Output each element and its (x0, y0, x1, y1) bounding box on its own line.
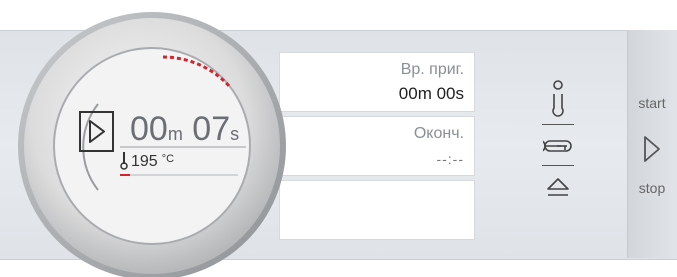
separator-1 (542, 124, 574, 125)
key-lock-icon[interactable] (530, 136, 586, 156)
timer-minutes-unit: m (167, 124, 183, 144)
mid-icon-column (530, 78, 586, 218)
thermometer-probe-icon[interactable] (530, 80, 586, 118)
preheat-time-value: 00m 00s (398, 84, 464, 103)
stop-label[interactable]: stop (627, 180, 677, 196)
empty-info-box[interactable] (279, 180, 475, 240)
start-label[interactable]: start (627, 95, 677, 111)
preheat-time-label: Вр. приг. (400, 61, 464, 78)
temperature-value: 195 (131, 153, 158, 170)
end-time-box[interactable]: Оконч. --:-- (279, 116, 475, 176)
eject-icon[interactable] (530, 176, 586, 200)
timer-seconds: 07 (192, 110, 231, 148)
timer-minutes: 00 (130, 110, 168, 148)
temperature-unit: °C (161, 153, 175, 165)
end-time-value: --:-- (436, 151, 464, 167)
end-time-label: Оконч. (413, 125, 464, 142)
separator-2 (542, 165, 574, 166)
timer-seconds-unit: s (230, 124, 240, 144)
start-stop-play-icon[interactable] (640, 134, 664, 164)
preheat-time-box[interactable]: Вр. приг. 00m 00s (279, 52, 475, 112)
